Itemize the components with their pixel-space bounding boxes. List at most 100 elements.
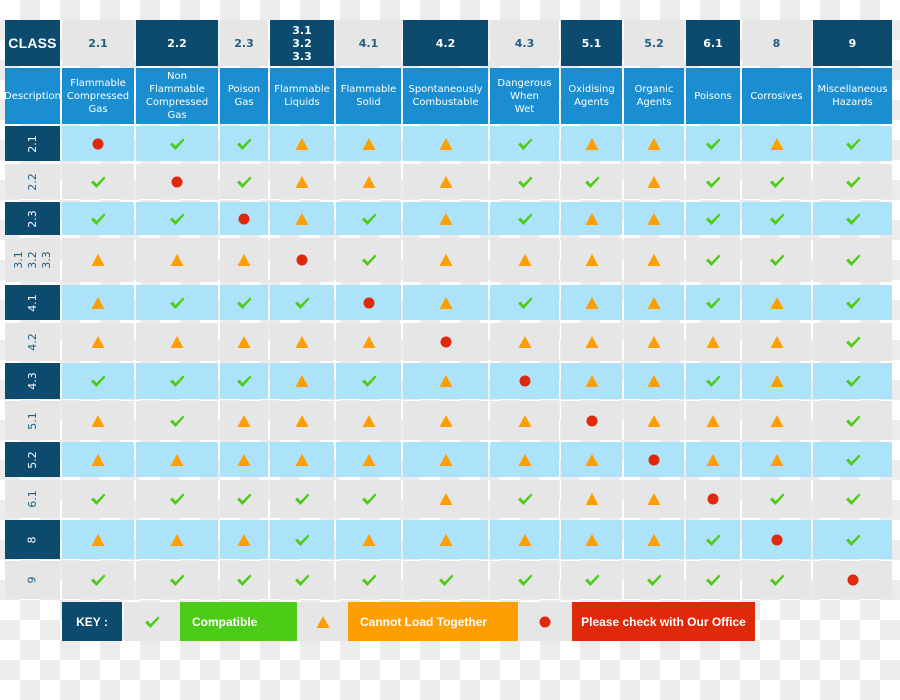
checkmark-icon bbox=[768, 252, 786, 268]
checkmark-icon bbox=[704, 295, 722, 311]
compatibility-cell bbox=[561, 442, 622, 477]
compatibility-cell bbox=[336, 363, 401, 399]
compatibility-cell bbox=[136, 164, 218, 199]
warning-triangle-icon bbox=[583, 252, 601, 268]
description-header-label: Description bbox=[4, 90, 61, 102]
compatibility-cell bbox=[686, 363, 740, 399]
compatibility-cell bbox=[136, 323, 218, 361]
red-dot-icon bbox=[516, 373, 534, 389]
warning-triangle-icon bbox=[168, 532, 186, 548]
checkmark-icon bbox=[437, 572, 455, 588]
compatibility-cell bbox=[813, 323, 892, 361]
column-class-header: 5.2 bbox=[624, 20, 684, 66]
compatibility-cell bbox=[62, 363, 134, 399]
compatibility-cell bbox=[62, 285, 134, 320]
warning-triangle-icon bbox=[516, 532, 534, 548]
column-description: Poison Gas bbox=[220, 68, 268, 124]
compatibility-cell bbox=[813, 561, 892, 599]
compatibility-cell bbox=[270, 442, 334, 477]
checkmark-icon bbox=[768, 572, 786, 588]
key-cannot-load-box: Cannot Load Together bbox=[348, 602, 518, 641]
compatibility-cell bbox=[686, 202, 740, 235]
row-class-number: 2.1 bbox=[25, 134, 39, 153]
key-label-cell: KEY : bbox=[62, 602, 122, 641]
column-class-header: 4.3 bbox=[490, 20, 559, 66]
column-description: Poisons bbox=[686, 68, 740, 124]
compatibility-cell bbox=[561, 520, 622, 559]
row-class-number: 3.1 3.2 3.3 bbox=[11, 251, 53, 269]
red-dot-icon bbox=[704, 491, 722, 507]
column-description: Flammable Liquids bbox=[270, 68, 334, 124]
row-class-label: 4.2 bbox=[5, 323, 60, 361]
column-description-text: Dangerous When Wet bbox=[497, 77, 552, 115]
warning-triangle-icon bbox=[293, 174, 311, 190]
checkmark-icon bbox=[235, 174, 253, 190]
warning-triangle-icon bbox=[704, 334, 722, 350]
checkmark-icon bbox=[844, 532, 862, 548]
warning-triangle-icon bbox=[583, 491, 601, 507]
segregation-chart: CLASS 2.1 2.2 2.3 3.1 3.2 3.3 4.1 4.2 4.3 5.1 5.2… bbox=[0, 0, 900, 700]
compatibility-cell bbox=[490, 285, 559, 320]
compatibility-cell bbox=[136, 363, 218, 399]
warning-triangle-icon bbox=[437, 295, 455, 311]
warning-triangle-icon bbox=[645, 211, 663, 227]
checkmark-icon bbox=[168, 413, 186, 429]
checkmark-icon bbox=[360, 373, 378, 389]
checkmark-icon bbox=[143, 614, 161, 630]
compatibility-cell bbox=[220, 285, 268, 320]
checkmark-icon bbox=[516, 572, 534, 588]
compatibility-cell bbox=[742, 238, 811, 282]
compatibility-cell bbox=[813, 401, 892, 440]
red-dot-icon bbox=[768, 532, 786, 548]
column-description-text: Flammable Liquids bbox=[274, 84, 330, 108]
red-dot-icon bbox=[437, 334, 455, 350]
column-class-header: 3.1 3.2 3.3 bbox=[270, 20, 334, 66]
warning-triangle-icon bbox=[583, 211, 601, 227]
checkmark-icon bbox=[293, 491, 311, 507]
warning-triangle-icon bbox=[437, 491, 455, 507]
red-dot-icon bbox=[645, 452, 663, 468]
column-class-header: 4.2 bbox=[403, 20, 488, 66]
column-description: Dangerous When Wet bbox=[490, 68, 559, 124]
row-class-label: 4.3 bbox=[5, 363, 60, 399]
column-description-text: Flammable Compressed Gas bbox=[66, 77, 130, 115]
column-class-header: 9 bbox=[813, 20, 892, 66]
warning-triangle-icon bbox=[645, 413, 663, 429]
compatibility-cell bbox=[490, 363, 559, 399]
red-dot-icon bbox=[583, 413, 601, 429]
warning-triangle-icon bbox=[360, 452, 378, 468]
red-dot-icon bbox=[360, 295, 378, 311]
warning-triangle-icon bbox=[645, 491, 663, 507]
checkmark-icon bbox=[360, 211, 378, 227]
warning-triangle-icon bbox=[360, 136, 378, 152]
red-dot-icon bbox=[844, 572, 862, 588]
warning-triangle-icon bbox=[437, 211, 455, 227]
compatibility-cell bbox=[490, 401, 559, 440]
checkmark-icon bbox=[583, 572, 601, 588]
column-description-text: Flammable Solid bbox=[340, 84, 397, 108]
row-class-number: 2.2 bbox=[25, 172, 39, 191]
compatibility-cell bbox=[742, 480, 811, 518]
checkmark-icon bbox=[844, 211, 862, 227]
warning-triangle-icon bbox=[768, 295, 786, 311]
column-class-header: 2.1 bbox=[62, 20, 134, 66]
key-check-office-box: Please check with Our Office bbox=[572, 602, 755, 641]
warning-triangle-icon bbox=[645, 252, 663, 268]
compatibility-cell bbox=[561, 285, 622, 320]
compatibility-cell bbox=[136, 442, 218, 477]
compatibility-cell bbox=[62, 126, 134, 161]
compatibility-cell bbox=[336, 520, 401, 559]
checkmark-icon bbox=[235, 572, 253, 588]
row-class-label: 3.1 3.2 3.3 bbox=[5, 238, 60, 282]
compatibility-cell bbox=[220, 323, 268, 361]
warning-triangle-icon bbox=[516, 252, 534, 268]
compatibility-cell bbox=[813, 238, 892, 282]
compatibility-cell bbox=[403, 238, 488, 282]
compatibility-cell bbox=[742, 520, 811, 559]
warning-triangle-icon bbox=[583, 532, 601, 548]
checkmark-icon bbox=[516, 211, 534, 227]
key-compatible-box: Compatible bbox=[180, 602, 297, 641]
compatibility-cell bbox=[270, 285, 334, 320]
column-description-text: Non Flammable Compressed Gas bbox=[145, 71, 209, 121]
compatibility-cell bbox=[686, 238, 740, 282]
